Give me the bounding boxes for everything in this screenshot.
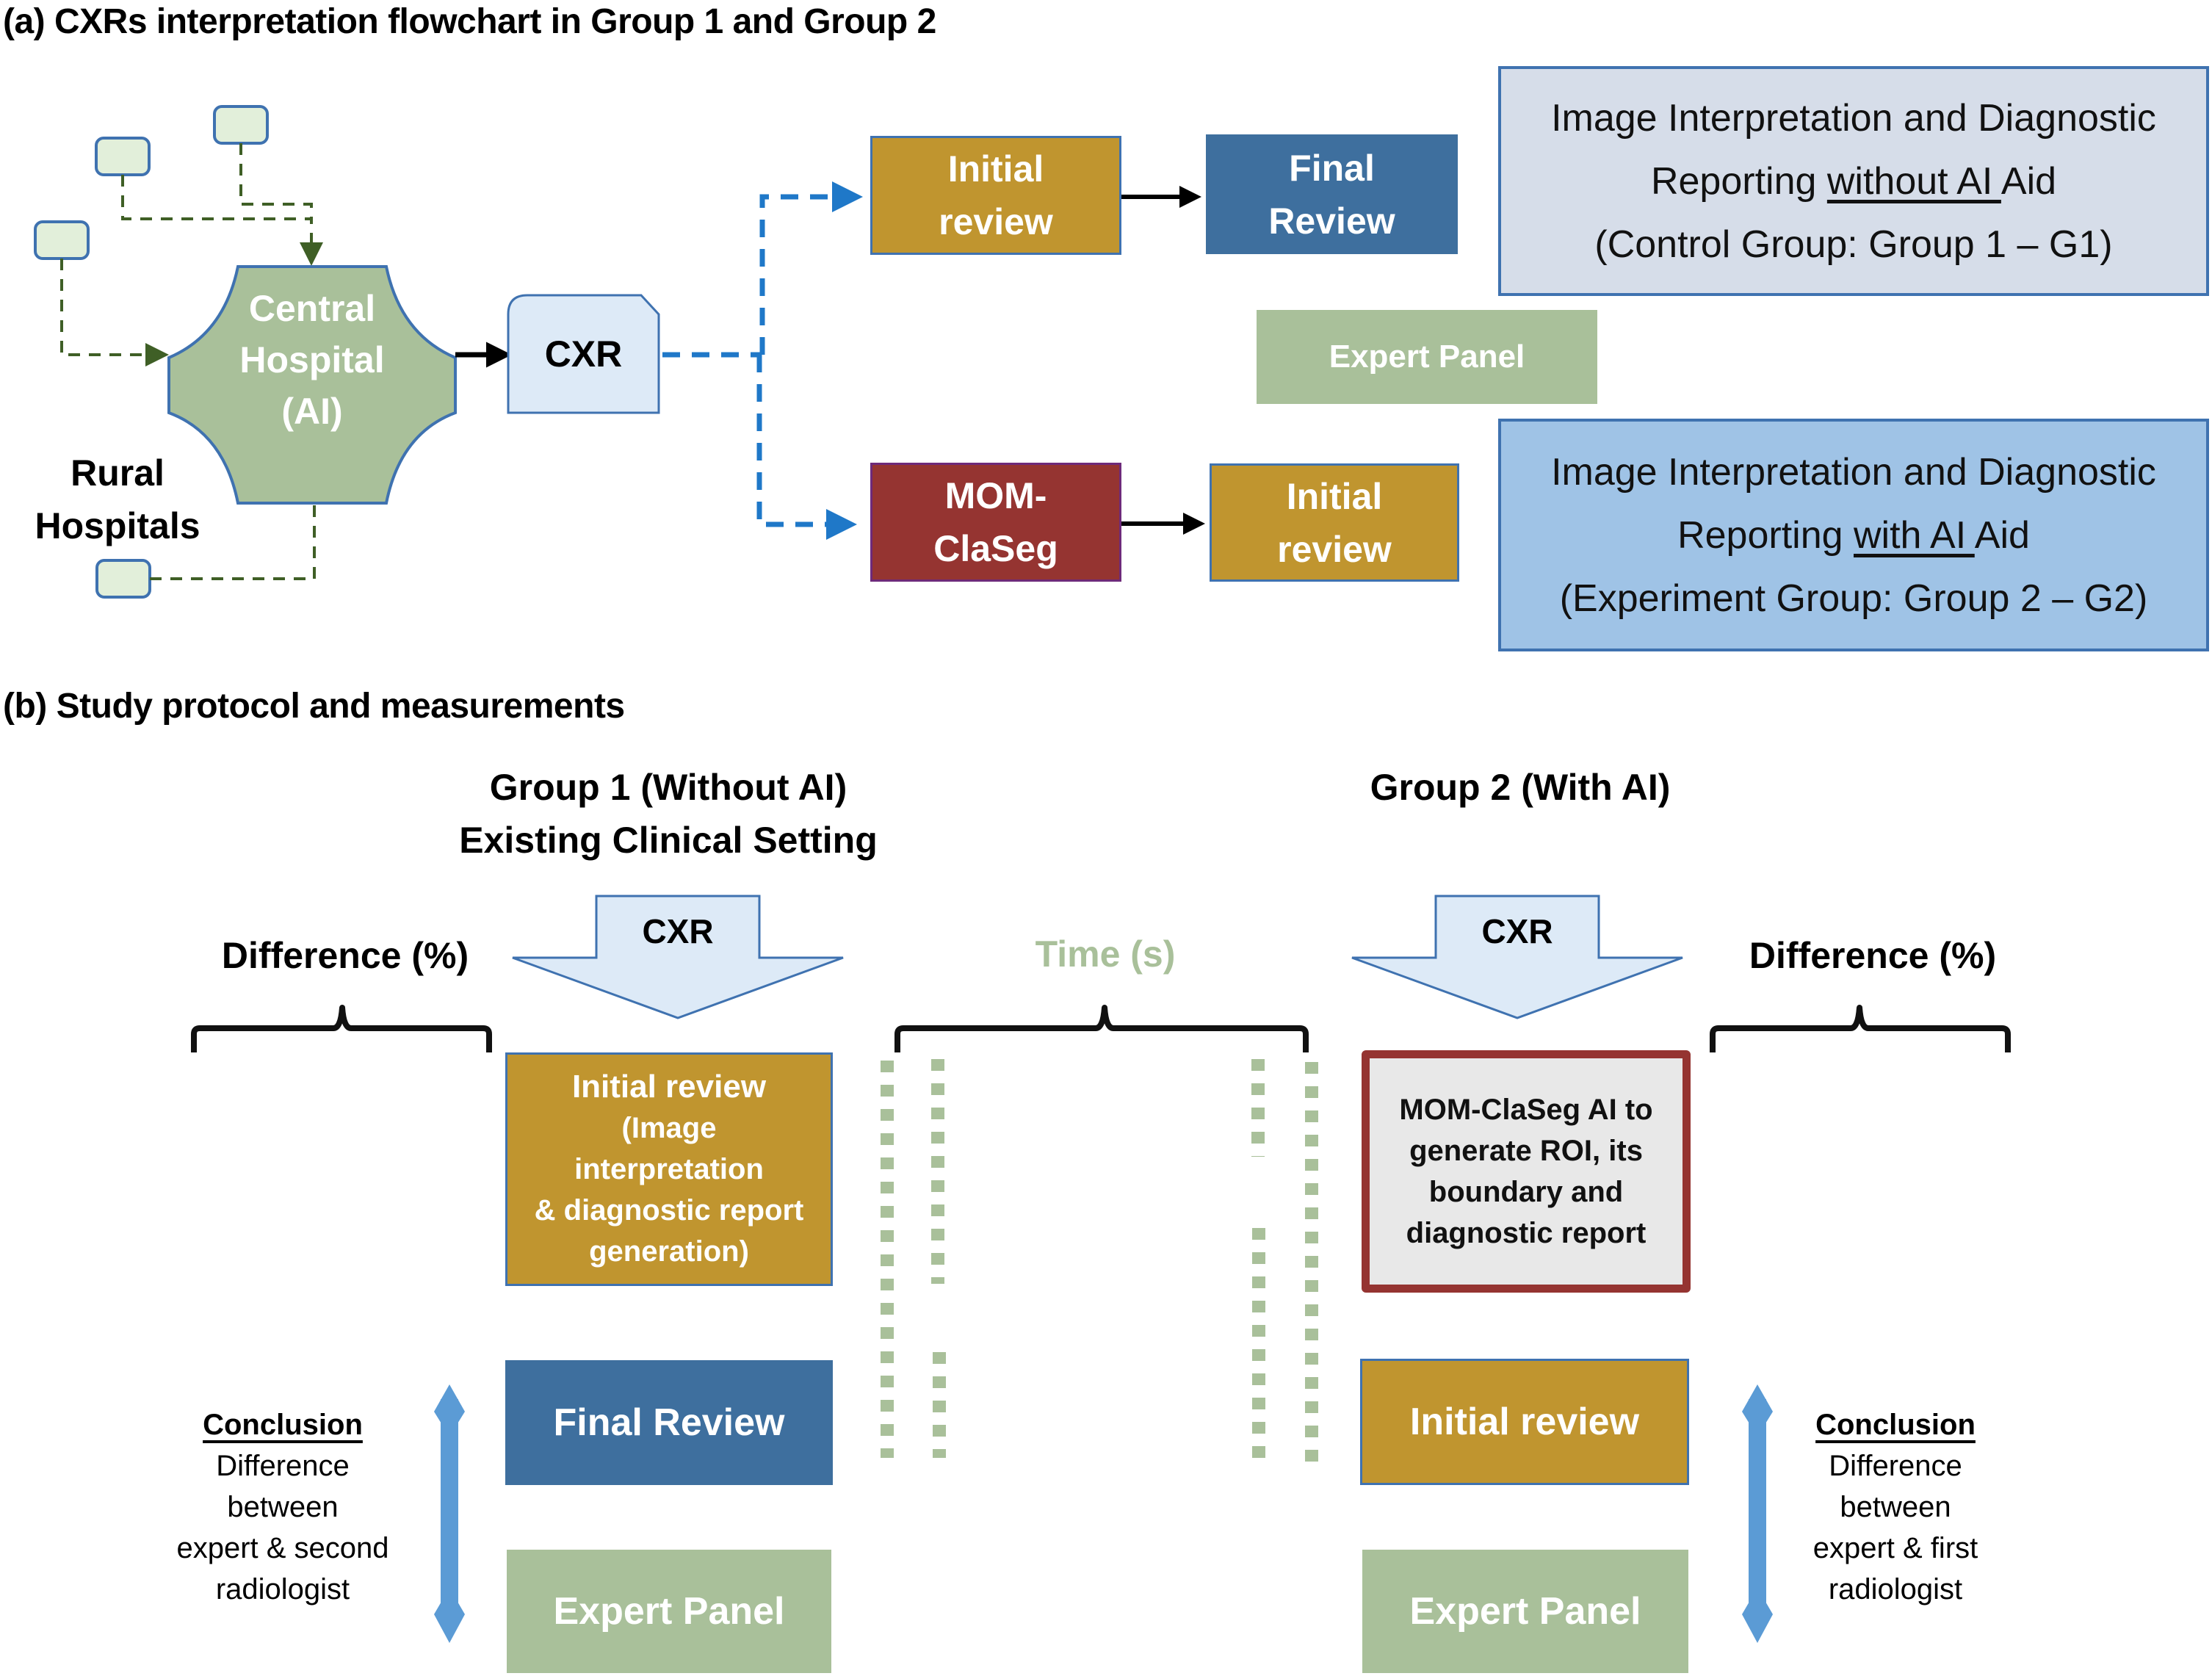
box-line: boundary and [1428, 1176, 1624, 1208]
box-line: interpretation [574, 1153, 764, 1185]
conclusion-left: Conclusion Difference between expert & s… [158, 1404, 408, 1610]
box-line: diagnostic report [1406, 1217, 1647, 1249]
box-line: generation) [589, 1235, 749, 1268]
box-line: (Image [621, 1112, 717, 1144]
box-line: generate ROI, its [1409, 1135, 1643, 1167]
brace-left [191, 1005, 492, 1052]
conclusion-line: radiologist [1828, 1573, 1963, 1605]
conclusion-line: between [1840, 1491, 1951, 1523]
g1-expert-panel-box: Expert Panel [507, 1550, 831, 1673]
conclusion-line: between [227, 1491, 339, 1523]
g1-initial-review-box: Initial review (Image interpretation & d… [505, 1052, 833, 1286]
conclusion-arrow-right-head-top [1742, 1384, 1773, 1437]
conclusion-right: Conclusion Difference between expert & f… [1771, 1404, 2020, 1610]
conclusion-line: radiologist [215, 1573, 350, 1605]
conclusion-arrow-left-head-bottom [434, 1588, 465, 1643]
cxr-arrow-label-left: CXR [642, 912, 714, 950]
g2-expert-panel-box: Expert Panel [1362, 1550, 1688, 1673]
conclusion-line: expert & first [1812, 1532, 1978, 1564]
g1-final-review-box: Final Review [505, 1360, 833, 1485]
g2-ai-box: MOM-ClaSeg AI to generate ROI, its bound… [1362, 1050, 1691, 1293]
conclusion-line: expert & second [176, 1532, 389, 1564]
conclusion-title: Conclusion [203, 1409, 363, 1441]
brace-time [894, 1005, 1309, 1052]
box-line: Initial review [571, 1069, 767, 1105]
box-line: MOM-ClaSeg AI to [1399, 1094, 1653, 1126]
conclusion-title: Conclusion [1815, 1409, 1976, 1441]
brace-right [1710, 1005, 2011, 1052]
conclusion-line: Difference [216, 1450, 350, 1482]
conclusion-arrow-left-head-top [434, 1384, 465, 1437]
g2-initial-review-box: Initial review [1360, 1359, 1689, 1485]
box-line: & diagnostic report [534, 1194, 804, 1227]
conclusion-line: Difference [1829, 1450, 1962, 1482]
conclusion-arrow-right-head-bottom [1742, 1588, 1773, 1643]
cxr-arrow-label-right: CXR [1481, 912, 1553, 950]
